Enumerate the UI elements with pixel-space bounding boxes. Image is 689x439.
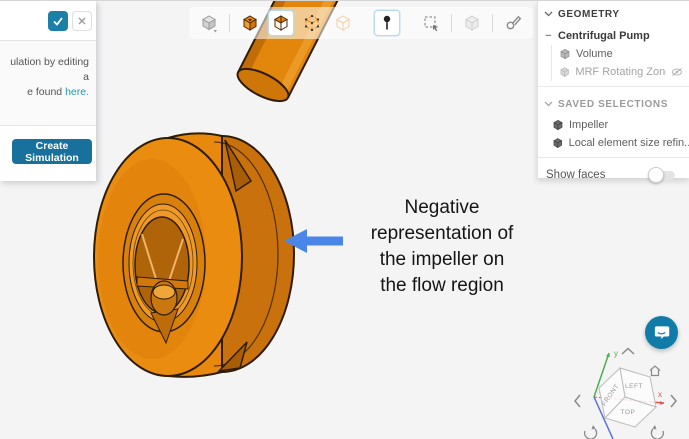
panel-divider: [538, 86, 689, 87]
tree-item-impeller[interactable]: Impeller: [545, 116, 689, 134]
close-icon: [78, 17, 86, 24]
impeller-geometry: [93, 132, 295, 378]
annotation-line: the impeller on: [379, 249, 505, 270]
y-axis-label: y: [614, 349, 618, 358]
annotation-text: Negative representation of the impeller …: [350, 195, 534, 299]
dialog-header: [0, 1, 96, 41]
show-faces-label: Show faces: [546, 169, 606, 181]
local-element-size-label: Local element size refin...: [568, 137, 689, 149]
geometry-tree-panel: GEOMETRY − Centrifugal Pump Volume MRF R…: [537, 1, 689, 183]
cube-label-top: TOP: [621, 409, 636, 416]
measure-tool-icon: [506, 15, 522, 30]
show-faces-row: Show faces: [538, 163, 689, 183]
toolbar-separator: [229, 14, 230, 32]
home-view-icon[interactable]: [649, 365, 661, 377]
rotate-up-chevron[interactable]: [621, 347, 635, 355]
here-link[interactable]: here.: [65, 86, 89, 98]
vertices-view-cube-icon: [304, 14, 320, 32]
chevron-down-icon: [544, 11, 553, 17]
annotation-line: the flow region: [380, 275, 504, 296]
saved-selections-header-label: SAVED SELECTIONS: [558, 98, 668, 110]
chat-bubble-icon: [654, 326, 670, 340]
viewport-toolbar: [189, 7, 533, 39]
create-simulation-button[interactable]: Create Simulation: [12, 139, 92, 164]
annotation-arrow-icon: [284, 229, 343, 253]
toolbar-separator: [451, 14, 452, 32]
simulation-dialog: ulation by editing a e found here. Creat…: [0, 1, 96, 181]
roll-right-icon[interactable]: [650, 425, 665, 439]
panel-divider: [538, 157, 689, 158]
solid-view-button[interactable]: [237, 10, 263, 36]
toggle-knob: [648, 166, 664, 183]
vertices-view-button[interactable]: [299, 10, 325, 36]
rotate-right-chevron[interactable]: [670, 394, 677, 408]
ghost-view-button[interactable]: [330, 10, 356, 36]
probe-pin-button[interactable]: [374, 10, 400, 36]
toolbar-separator: [492, 14, 493, 32]
confirm-button[interactable]: [48, 10, 68, 31]
transparent-view-button[interactable]: [268, 10, 294, 36]
saved-selections-list: Impeller Local element size refin...: [545, 116, 689, 152]
disabled-cube-icon: [465, 15, 479, 31]
annotation-line: Negative: [404, 197, 480, 218]
x-axis-arrow: [660, 401, 664, 405]
disabled-cube-button: [459, 10, 485, 36]
measure-tool-button[interactable]: [500, 10, 526, 36]
mrf-zone-label: MRF Rotating Zone: [575, 66, 666, 78]
refinement-selection-icon: [553, 138, 563, 149]
tree-item-mrf-rotating-zone[interactable]: MRF Rotating Zone: [552, 63, 689, 81]
dialog-text-line: ulation by editing a: [10, 56, 89, 83]
probe-pin-icon: [383, 15, 391, 30]
annotation-line: representation of: [370, 223, 514, 244]
visibility-off-icon[interactable]: [671, 67, 683, 77]
volume-cube-icon: [560, 48, 570, 60]
dialog-footer: Create Simulation: [0, 125, 96, 181]
cube-label-left: LEFT: [625, 383, 643, 390]
x-axis-label: x: [658, 390, 662, 399]
box-select-icon: [424, 16, 439, 32]
geometry-section-header[interactable]: GEOMETRY: [538, 1, 689, 27]
show-faces-toggle[interactable]: [648, 166, 675, 183]
tree-item-local-element-size[interactable]: Local element size refin...: [545, 134, 689, 152]
volume-label: Volume: [576, 48, 613, 60]
tree-item-centrifugal-pump[interactable]: − Centrifugal Pump: [538, 27, 689, 45]
close-button[interactable]: [72, 10, 92, 31]
dialog-body-text: ulation by editing a e found here.: [0, 41, 96, 125]
check-icon: [53, 16, 63, 26]
roll-left-icon[interactable]: [583, 425, 598, 439]
navigation-cube[interactable]: y x LEFT FRONT TOP: [568, 345, 689, 439]
box-select-button[interactable]: [418, 10, 444, 36]
tree-item-volume[interactable]: Volume: [552, 45, 689, 63]
geometry-header-label: GEOMETRY: [558, 8, 620, 20]
render-mode-cube-icon: [202, 15, 217, 33]
app-window: Negative representation of the impeller …: [0, 0, 689, 439]
chevron-down-icon: [544, 101, 553, 107]
saved-selections-header[interactable]: SAVED SELECTIONS: [538, 92, 689, 116]
mrf-zone-cube-icon: [560, 67, 570, 77]
collapse-icon[interactable]: −: [544, 30, 553, 42]
tree-children: Volume MRF Rotating Zone: [551, 45, 689, 81]
impeller-selection-icon: [553, 119, 563, 131]
chat-support-button[interactable]: [645, 316, 678, 349]
rotate-left-chevron[interactable]: [574, 394, 581, 408]
root-item-label: Centrifugal Pump: [558, 30, 650, 42]
render-mode-button[interactable]: [196, 10, 222, 36]
solid-view-cube-icon: [243, 15, 257, 31]
transparent-view-cube-icon: [274, 15, 288, 31]
dialog-text-line: e found: [27, 86, 63, 98]
ghost-view-cube-icon: [336, 15, 350, 31]
impeller-label: Impeller: [569, 119, 609, 131]
